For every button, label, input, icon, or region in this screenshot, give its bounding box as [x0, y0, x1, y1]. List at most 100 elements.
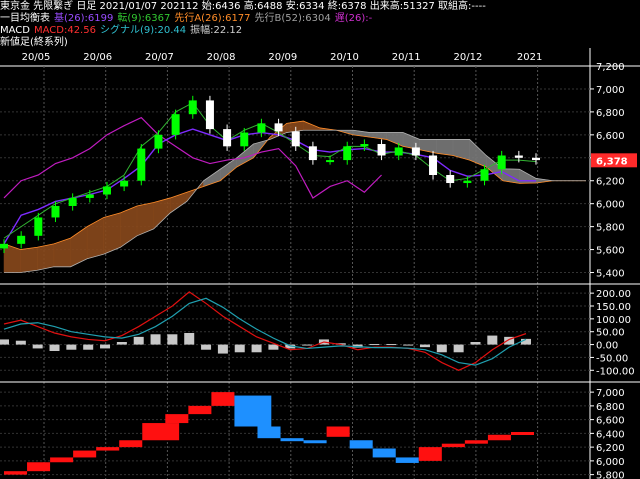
x-tick-label: 20/09 [268, 52, 297, 63]
new-price-step [188, 405, 212, 415]
ichimoku-cloud-segment [37, 243, 55, 271]
macd-histogram-bar [83, 344, 94, 350]
macd-histogram-bar [217, 344, 228, 354]
x-tick-label: 20/05 [22, 52, 51, 63]
new-price-step [234, 395, 272, 427]
candle-body [171, 114, 180, 135]
macd-histogram-bar [66, 344, 77, 350]
y-tick-label: 5,800 [596, 471, 625, 479]
macd-histogram-bar [184, 333, 195, 345]
candle-body [120, 180, 129, 187]
new-price-step [27, 462, 51, 472]
macd-line [3, 291, 527, 371]
y-tick-label: 7,200 [596, 62, 625, 73]
y-tick-label: 6,200 [596, 443, 625, 454]
legend-signal: シグナル(9):20.44 [99, 25, 187, 36]
new-price-step [96, 447, 120, 451]
new-price-step [441, 443, 465, 448]
macd-histogram-bar [419, 344, 430, 348]
new-price-step [349, 440, 373, 449]
macd-legend: MACD MACD:42.56 シグナル(9):20.44 振幅:22.12 [0, 25, 246, 37]
legend-macd: MACD:42.56 [33, 25, 96, 36]
new-price-step [372, 448, 396, 458]
y-tick-label: 6,000 [596, 457, 625, 468]
x-tick-label: 2021 [517, 52, 542, 63]
candle-body [274, 123, 283, 132]
new-price-panel: 7,000 6,800 6,600 6,400 6,200 6,000 5,800 [0, 388, 625, 479]
macd-histogram-bar [49, 344, 60, 351]
candle-body [480, 169, 489, 181]
y-tick-label: 6,400 [596, 429, 625, 440]
candle-body [102, 186, 111, 195]
y-tick-label: 5,600 [596, 246, 625, 257]
new-price-step [303, 440, 327, 444]
macd-histogram-bar [470, 342, 481, 345]
candle-body [240, 132, 249, 147]
macd-histogram-bar [487, 335, 498, 345]
new-price-step [510, 432, 534, 435]
macd-histogram-bar [0, 339, 9, 345]
macd-histogram-bar [100, 344, 111, 349]
candle-body [68, 197, 77, 206]
legend-chikou: 遅(26):- [334, 13, 373, 24]
y-tick-label: 5,400 [596, 269, 625, 280]
candle-body [154, 134, 163, 149]
macd-title: MACD [0, 25, 30, 36]
y-tick-label: 6,800 [596, 402, 625, 413]
candle-body [205, 100, 214, 130]
macd-histogram-bar [15, 340, 26, 345]
x-tick-label: 20/10 [330, 52, 359, 63]
candle-body [291, 131, 300, 147]
y-tick-label: 50.00 [596, 328, 625, 339]
candle-body [223, 129, 232, 147]
legend-hist: 振幅:22.12 [190, 25, 243, 36]
new-price-step [326, 426, 350, 437]
candle-body [446, 175, 455, 184]
candle-body [257, 123, 266, 133]
new-price-step [211, 392, 235, 406]
new-price-step [280, 438, 304, 442]
macd-histogram-bar [369, 344, 380, 346]
candle-body [85, 194, 94, 198]
macd-histogram-bar [201, 344, 212, 350]
new-price-step [165, 414, 189, 424]
ichimoku-cloud-segment [436, 139, 454, 156]
y-tick-label: 7,000 [596, 85, 625, 96]
x-tick-label: 20/11 [392, 52, 421, 63]
chart-header-line: 東京金 先限繋ぎ 日足 2021/01/07 202112 始:6436 高:6… [0, 1, 490, 13]
new-price-step [257, 426, 281, 439]
candle-body [343, 146, 352, 161]
legend-senkou-b: 先行B(52):6304 [254, 13, 331, 24]
macd-histogram-bar [386, 344, 397, 346]
y-tick-label: 5,800 [596, 223, 625, 234]
macd-histogram-bar [133, 336, 144, 345]
x-tick-label: 20/06 [83, 52, 112, 63]
candle-body [17, 235, 26, 244]
candle-body [0, 243, 8, 249]
x-tick-label: 20/12 [453, 52, 482, 63]
y-tick-label: 7,000 [596, 388, 625, 399]
instrument-info: 東京金 先限繋ぎ 日足 2021/01/07 202112 始:6436 高:6… [0, 1, 486, 12]
y-tick-label: 6,800 [596, 108, 625, 119]
new-price-step [119, 440, 143, 448]
candle-body [394, 147, 403, 156]
y-tick-label: 100.00 [596, 315, 631, 326]
macd-histogram-bar [403, 344, 414, 346]
last-price-label: 6,378 [596, 156, 628, 167]
lower-title: 新値足(終系列) [0, 37, 68, 48]
y-tick-label: 200.00 [596, 289, 631, 300]
candle-body [326, 160, 335, 163]
new-price-step [464, 440, 488, 444]
main-panel: 20/05 20/06 20/07 20/08 20/09 20/10 20/11 20/12… [0, 48, 640, 479]
macd-histogram-bar [234, 344, 245, 353]
y-tick-label: -50.00 [596, 353, 628, 364]
macd-histogram-bar [251, 344, 262, 353]
x-tick-label: 20/07 [145, 52, 174, 63]
new-price-step [50, 457, 74, 463]
candle-body [514, 155, 523, 158]
macd-histogram-bar [436, 344, 447, 353]
ichimoku-title: 一目均衡表 [0, 13, 50, 24]
macd-histogram-bar [167, 334, 178, 345]
candle-body [411, 147, 420, 156]
new-price-step [142, 423, 180, 441]
